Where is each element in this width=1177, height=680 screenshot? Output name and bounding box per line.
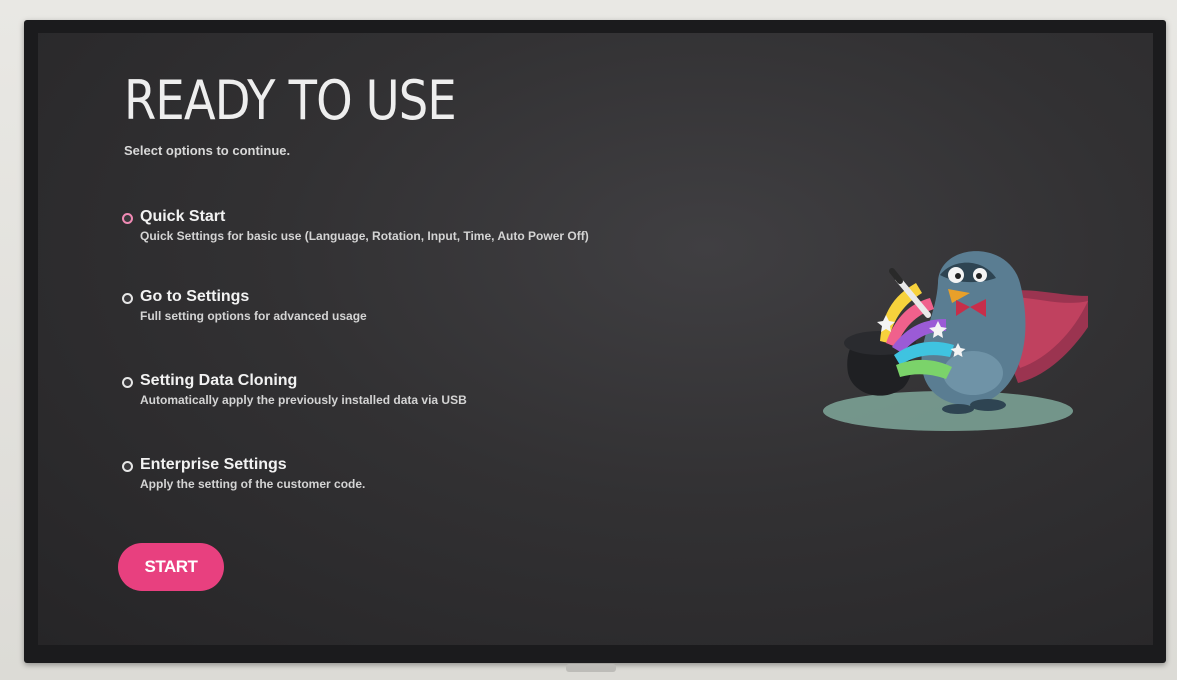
option-description: Apply the setting of the customer code. (140, 477, 366, 491)
option-setting-data-cloning[interactable]: Setting Data Cloning Automatically apply… (122, 372, 802, 417)
radio-icon[interactable] (122, 377, 133, 388)
option-title: Setting Data Cloning (140, 372, 298, 389)
tv-logo-badge (566, 664, 616, 672)
radio-icon[interactable] (122, 293, 133, 304)
option-enterprise-settings[interactable]: Enterprise Settings Apply the setting of… (122, 456, 802, 501)
page-subtitle: Select options to continue. (124, 143, 291, 158)
option-description: Automatically apply the previously insta… (140, 393, 467, 407)
start-button[interactable]: START (118, 543, 224, 591)
option-title: Enterprise Settings (140, 456, 287, 473)
radio-selected-icon[interactable] (122, 213, 133, 224)
option-description: Quick Settings for basic use (Language, … (140, 229, 589, 243)
tv-screen: READY TO USE Select options to continue.… (38, 33, 1153, 645)
radio-icon[interactable] (122, 461, 133, 472)
page-title: READY TO USE (124, 69, 457, 132)
option-go-to-settings[interactable]: Go to Settings Full setting options for … (122, 288, 802, 333)
option-title: Quick Start (140, 208, 226, 225)
penguin-magician-icon (823, 251, 1088, 431)
option-title: Go to Settings (140, 288, 250, 305)
option-description: Full setting options for advanced usage (140, 309, 367, 323)
option-quick-start[interactable]: Quick Start Quick Settings for basic use… (122, 208, 802, 253)
